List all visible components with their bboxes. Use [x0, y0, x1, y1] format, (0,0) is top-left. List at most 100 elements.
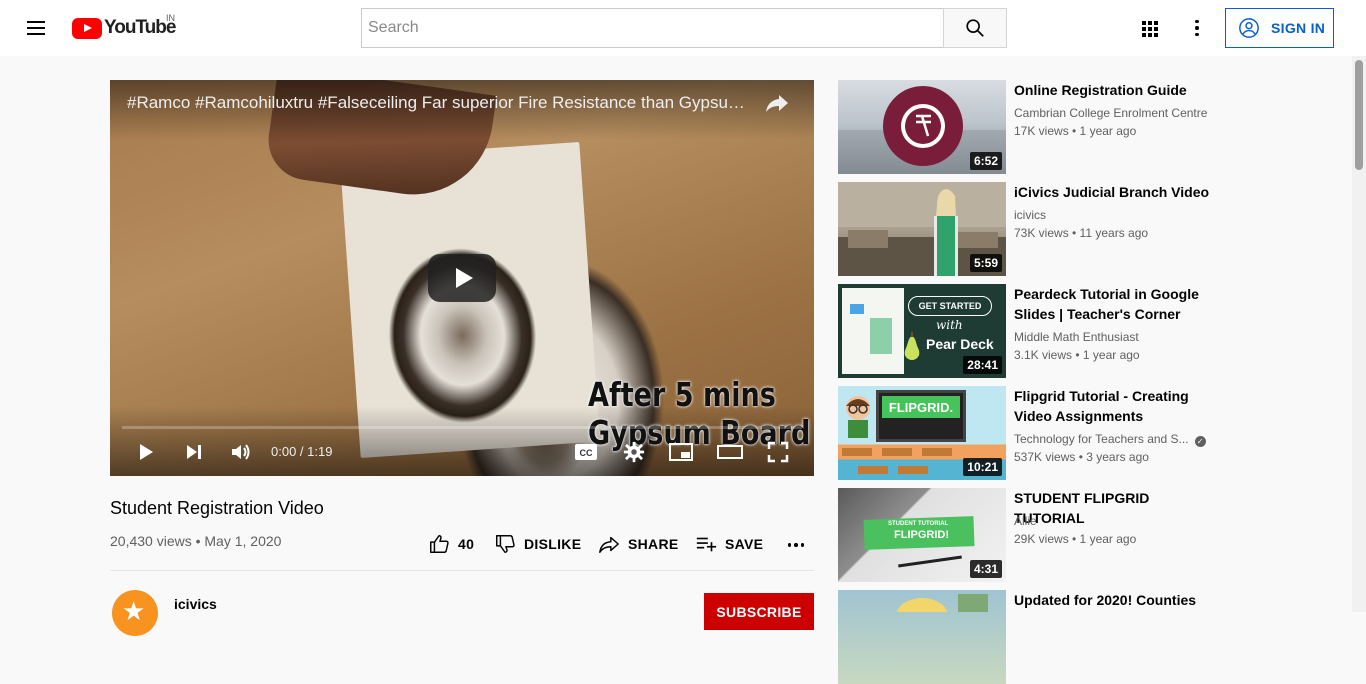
recommendation-item[interactable]: Updated for 2020! Counties [838, 590, 1208, 684]
recommendation-stats: 537K views • 3 years ago [1014, 450, 1149, 464]
dislike-label: DISLIKE [524, 536, 582, 552]
share-icon [599, 536, 619, 553]
search-icon [966, 19, 984, 37]
fullscreen-icon [767, 441, 789, 463]
video-thumbnail[interactable]: FLIPGRID. 10:21 [838, 386, 1006, 480]
peardeck-brand: Pear Deck [926, 336, 994, 352]
recommendation-item[interactable]: 5:59 iCivics Judicial Branch Video icivi… [838, 182, 1209, 276]
menu-icon[interactable] [24, 16, 48, 40]
video-thumbnail[interactable]: 6:52 [838, 80, 1006, 174]
verified-check-icon: ✓ [1194, 436, 1206, 447]
pen-shape [898, 555, 962, 568]
svg-text:CC: CC [580, 448, 593, 458]
recommendation-title: iCivics Judicial Branch Video [1014, 182, 1214, 202]
overlay-line-1: After 5 mins [588, 375, 776, 414]
channel-text: Technology for Teachers and S... [1014, 432, 1189, 446]
playlist-add-icon [696, 537, 717, 552]
video-duration: 5:59 [969, 254, 1002, 272]
recommendation-item[interactable]: STUDENT TUTORIAL FLIPGRID! 4:31 STUDENT … [838, 488, 1208, 582]
thumbs-down-icon [496, 535, 515, 553]
peardeck-badge: GET STARTED [908, 296, 992, 316]
flipgrid-logo: FLIPGRID. [882, 396, 960, 418]
title-line: Flipgrid Tutorial - Creating [1014, 388, 1189, 404]
pear-icon [904, 332, 920, 360]
search-button[interactable] [943, 8, 1007, 48]
video-thumbnail[interactable] [838, 590, 1006, 684]
title-line: iCivics Judicial Branch Video [1014, 184, 1210, 200]
country-code: IN [166, 13, 175, 23]
scrollbar[interactable] [1352, 56, 1366, 612]
search-input[interactable] [368, 19, 943, 37]
share-button[interactable]: SHARE [598, 532, 679, 556]
gear-icon [623, 441, 645, 463]
title-line: STUDENT FLIPGRID TUTORIAL [1014, 490, 1150, 526]
captions-button[interactable]: CC [573, 440, 599, 464]
apps-grid-icon[interactable] [1137, 16, 1161, 40]
recommendation-title: STUDENT FLIPGRID TUTORIAL [1014, 488, 1214, 528]
save-button[interactable]: SAVE [695, 532, 763, 556]
recommendation-stats: 29K views • 1 year ago [1014, 532, 1137, 546]
sign-in-button[interactable]: SIGN IN [1225, 8, 1334, 48]
view-count-date: 20,430 views • May 1, 2020 [110, 533, 282, 549]
recommendation-item[interactable]: FLIPGRID. 10:21 Flipgrid Tutorial - Crea… [838, 386, 1208, 480]
student-character-icon [846, 396, 870, 438]
next-button[interactable] [182, 440, 206, 464]
video-thumbnail[interactable]: STUDENT TUTORIAL FLIPGRID! 4:31 [838, 488, 1006, 582]
slide-block [870, 318, 892, 354]
recommendation-title: Updated for 2020! Counties [1014, 590, 1214, 610]
channel-avatar[interactable] [112, 590, 158, 636]
dislike-button[interactable]: DISLIKE [494, 532, 581, 556]
recommendation-channel[interactable]: Technology for Teachers and S... ✓ [1014, 432, 1206, 447]
video-title: Student Registration Video [110, 498, 324, 518]
video-thumbnail[interactable]: 5:59 [838, 182, 1006, 276]
settings-menu-icon[interactable] [1185, 16, 1209, 40]
volume-button[interactable] [229, 440, 253, 464]
thumbs-up-icon [430, 535, 449, 553]
share-arrow-icon[interactable] [764, 92, 790, 114]
top-bar: YouTube IN SIGN IN [0, 0, 1366, 56]
sign-in-label: SIGN IN [1271, 20, 1326, 36]
large-play-button[interactable] [428, 254, 496, 302]
title-line: Slides | Teacher's Corner [1014, 306, 1181, 322]
video-thumbnail[interactable]: GET STARTED with Pear Deck 28:41 [838, 284, 1006, 378]
youtube-logo[interactable]: YouTube [72, 17, 176, 39]
theater-mode-icon [717, 445, 743, 459]
recommendation-title: Online Registration Guide [1014, 80, 1214, 100]
more-actions-icon[interactable] [784, 533, 808, 557]
video-player[interactable]: #Ramco #Ramcohiluxtru #Falseceiling Far … [110, 80, 814, 476]
fullscreen-button[interactable] [765, 440, 791, 464]
skip-next-icon [187, 445, 201, 459]
like-button[interactable]: 40 [428, 532, 474, 556]
divider [110, 570, 814, 571]
captions-icon: CC [575, 444, 597, 460]
logo-text: YouTube [104, 17, 176, 38]
title-line: Video Assignments [1014, 408, 1144, 424]
recommendation-channel[interactable]: Allie [1014, 514, 1037, 528]
channel-name[interactable]: icivics [174, 596, 217, 612]
search-box[interactable] [361, 8, 944, 48]
video-duration: 4:31 [969, 560, 1002, 578]
recommendation-title: Flipgrid Tutorial - Creating Video Assig… [1014, 386, 1214, 426]
miniplayer-button[interactable] [668, 440, 694, 464]
recommendation-stats: 17K views • 1 year ago [1014, 124, 1137, 138]
recommendation-channel[interactable]: Cambrian College Enrolment Centre [1014, 106, 1207, 120]
recommendation-item[interactable]: 6:52 Online Registration Guide Cambrian … [838, 80, 1208, 174]
recommendation-item[interactable]: GET STARTED with Pear Deck 28:41 Peardec… [838, 284, 1208, 378]
settings-button[interactable] [621, 440, 647, 464]
play-button[interactable] [134, 440, 158, 464]
video-duration: 6:52 [969, 152, 1002, 170]
title-line: Updated for 2020! Counties [1014, 592, 1197, 608]
share-label: SHARE [628, 536, 679, 552]
video-duration: 10:21 [963, 458, 1002, 476]
progress-bar[interactable] [122, 426, 802, 429]
recommendation-channel[interactable]: icivics [1014, 208, 1046, 222]
player-video-title[interactable]: #Ramco #Ramcohiluxtru #Falseceiling Far … [127, 93, 757, 113]
youtube-play-icon [72, 17, 102, 39]
title-line: Online Registration Guide [1014, 82, 1187, 98]
slide-block [850, 304, 864, 314]
recommendation-channel[interactable]: Middle Math Enthusiast [1014, 330, 1139, 344]
scrollbar-thumb[interactable] [1355, 60, 1363, 170]
theater-mode-button[interactable] [717, 440, 743, 464]
student-tutorial-text: STUDENT TUTORIAL [888, 521, 949, 527]
play-icon [140, 444, 153, 460]
